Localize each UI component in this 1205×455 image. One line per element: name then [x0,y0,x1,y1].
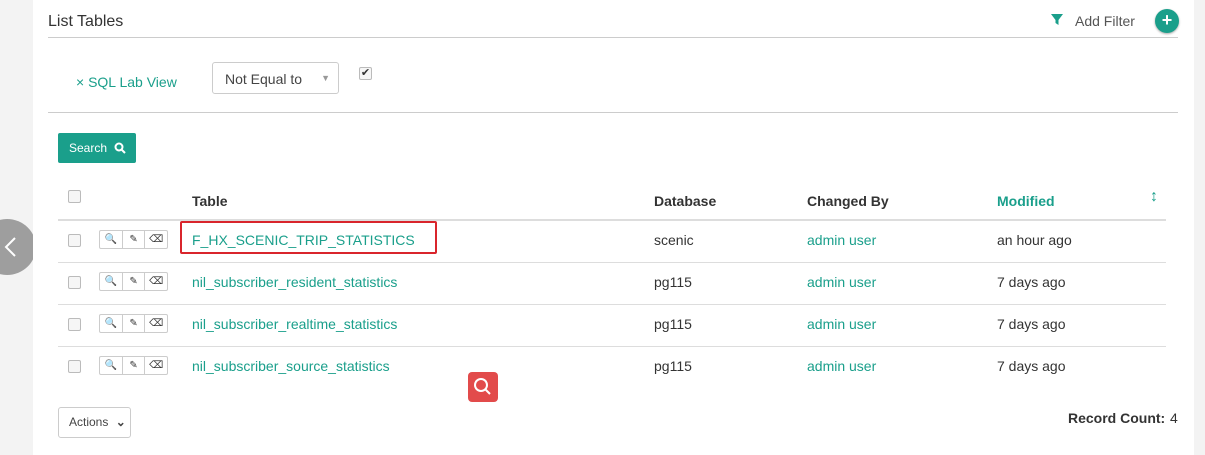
column-header-changed-by[interactable]: Changed By [807,193,889,209]
row-checkbox[interactable] [68,234,81,247]
floating-search-button[interactable] [468,372,498,402]
row-divider [58,262,1166,263]
select-all-checkbox[interactable] [68,190,81,203]
add-filter-button[interactable]: Add Filter [1075,13,1135,29]
filter-remove-link[interactable]: × SQL Lab View [76,74,177,90]
table-name-link[interactable]: nil_subscriber_resident_statistics [192,274,397,290]
view-icon[interactable]: 🔍 [100,315,123,332]
delete-icon[interactable]: ⌫ [145,273,167,290]
view-icon[interactable]: 🔍 [100,231,123,248]
search-icon [474,378,491,395]
database-cell: pg115 [654,358,692,374]
column-header-table[interactable]: Table [192,193,228,209]
changed-by-link[interactable]: admin user [807,358,876,374]
filter-column-label: SQL Lab View [88,74,177,90]
filter-value-checkbox[interactable]: ✔ [359,67,372,80]
database-cell: pg115 [654,316,692,332]
table-name-link[interactable]: nil_subscriber_source_statistics [192,358,390,374]
changed-by-link[interactable]: admin user [807,316,876,332]
column-header-database[interactable]: Database [654,193,716,209]
row-action-buttons: 🔍 ✎ ⌫ [99,356,168,375]
filter-icon [1051,14,1063,25]
modified-cell: 7 days ago [997,274,1066,290]
row-checkbox[interactable] [68,276,81,289]
row-divider [58,346,1166,347]
edit-icon[interactable]: ✎ [123,357,146,374]
delete-icon[interactable]: ⌫ [145,357,167,374]
filter-operator-select[interactable]: Not Equal to ▼ [212,62,339,94]
row-action-buttons: 🔍 ✎ ⌫ [99,314,168,333]
edit-icon[interactable]: ✎ [123,315,146,332]
delete-icon[interactable]: ⌫ [145,315,167,332]
search-button[interactable]: Search [58,133,136,163]
actions-label: Actions [69,415,109,429]
remove-filter-icon: × [76,74,85,90]
view-icon[interactable]: 🔍 [100,273,123,290]
modified-cell: 7 days ago [997,316,1066,332]
modified-cell: an hour ago [997,232,1072,248]
edit-icon[interactable]: ✎ [123,273,146,290]
search-button-label: Search [69,141,108,155]
page-title: List Tables [48,13,124,30]
row-action-buttons: 🔍 ✎ ⌫ [99,230,168,249]
sort-icon[interactable]: ↕ [1150,188,1158,206]
search-icon [114,142,127,154]
column-header-modified[interactable]: Modified [997,193,1055,209]
chevron-down-icon: ⌄ [115,415,126,429]
changed-by-link[interactable]: admin user [807,274,876,290]
record-count-label: Record Count: [1068,410,1166,426]
filter-operator-value: Not Equal to [225,71,303,87]
database-cell: scenic [654,232,694,248]
chevron-left-icon [4,237,16,257]
changed-by-link[interactable]: admin user [807,232,876,248]
delete-icon[interactable]: ⌫ [145,231,167,248]
row-checkbox[interactable] [68,360,81,373]
chevron-down-icon: ▼ [321,73,330,83]
title-divider [48,37,1178,38]
record-count-value: 4 [1170,410,1178,426]
modified-cell: 7 days ago [997,358,1066,374]
add-button[interactable]: + [1155,9,1179,33]
table-name-link[interactable]: nil_subscriber_realtime_statistics [192,316,397,332]
back-button[interactable] [0,219,36,275]
view-icon[interactable]: 🔍 [100,357,123,374]
filter-divider [48,112,1178,113]
list-tables-panel: List Tables Add Filter + × SQL Lab View … [33,0,1194,455]
actions-dropdown[interactable]: Actions ⌄ [58,407,131,438]
edit-icon[interactable]: ✎ [123,231,146,248]
row-divider [58,304,1166,305]
row-action-buttons: 🔍 ✎ ⌫ [99,272,168,291]
highlight-box [180,221,437,254]
database-cell: pg115 [654,274,692,290]
row-checkbox[interactable] [68,318,81,331]
